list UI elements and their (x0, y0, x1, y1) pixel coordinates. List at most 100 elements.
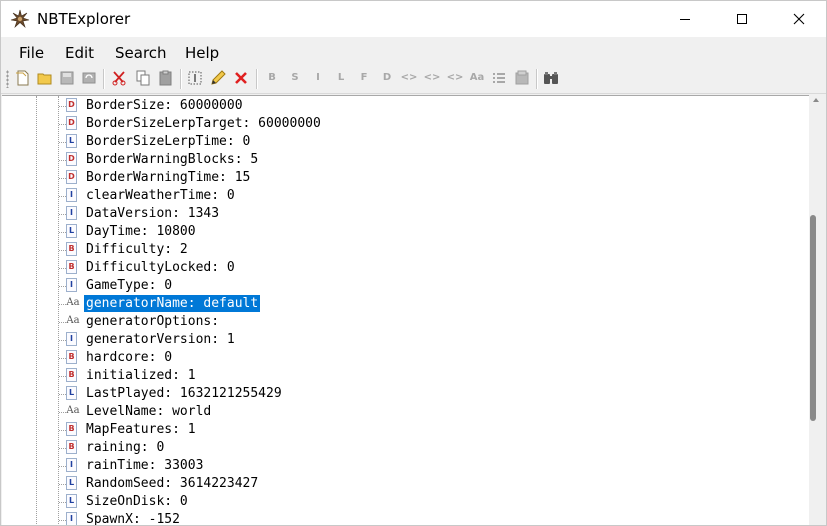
tree-node-label[interactable]: BorderWarningTime: 15 (84, 169, 252, 186)
add-long-tag-icon[interactable]: L (332, 69, 350, 87)
tree-node[interactable]: IgeneratorVersion: 1 (2, 331, 802, 349)
tree-node[interactable]: I SpawnX: -152 (2, 511, 802, 525)
scroll-thumb[interactable] (810, 215, 816, 421)
tree-node-label[interactable]: generatorVersion: 1 (84, 331, 237, 348)
add-short-tag-icon[interactable]: S (286, 69, 304, 87)
add-int-tag-icon[interactable]: I (309, 69, 327, 87)
title-bar[interactable]: NBTExplorer (1, 1, 826, 37)
tree-node[interactable]: B DifficultyLocked: 0 (2, 259, 802, 277)
tree-node[interactable]: Aa LevelName: world (2, 403, 802, 421)
tree-node[interactable]: Aa generatorName: default (2, 295, 802, 313)
add-long-array-icon[interactable]: <> (446, 69, 464, 87)
tree-connector (59, 502, 66, 503)
find-icon[interactable] (542, 69, 560, 87)
tree-node[interactable]: I DataVersion: 1343 (2, 205, 802, 223)
tree-connector (59, 214, 66, 215)
tree-node[interactable]: I GameType: 0 (2, 277, 802, 295)
tree-node-label[interactable]: initialized: 1 (84, 367, 198, 384)
byte-tag-icon: B (66, 440, 77, 454)
tree-node-label[interactable]: raining: 0 (84, 439, 166, 456)
long-tag-icon: L (66, 224, 77, 238)
add-double-tag-icon[interactable]: D (378, 69, 396, 87)
add-list-tag-icon[interactable] (490, 69, 508, 87)
tree-node[interactable]: L RandomSeed: 3614223427 (2, 475, 802, 493)
cut-icon[interactable] (110, 69, 128, 87)
tree-connector (59, 160, 66, 161)
tree-node[interactable]: B Difficulty: 2 (2, 241, 802, 259)
tree-node[interactable]: Aa generatorOptions: (2, 313, 802, 331)
tree-node[interactable]: B MapFeatures: 1 (2, 421, 802, 439)
tree-node-label[interactable]: clearWeatherTime: 0 (84, 187, 237, 204)
tree-node-label[interactable]: BorderSizeLerpTarget: 60000000 (84, 115, 323, 132)
save-icon[interactable] (58, 69, 76, 87)
tree-node-label[interactable]: DataVersion: 1343 (84, 205, 221, 222)
add-byte-array-icon[interactable]: <> (400, 69, 418, 87)
tree-node-label[interactable]: BorderSize: 60000000 (84, 97, 245, 114)
rename-icon[interactable] (186, 69, 204, 87)
tree-node[interactable]: D BorderWarningTime: 15 (2, 169, 802, 187)
tree-node-label[interactable]: GameType: 0 (84, 277, 174, 294)
tree-node-label[interactable]: LevelName: world (84, 403, 213, 420)
menu-file[interactable]: File (19, 44, 44, 62)
tree-node-label[interactable]: BorderWarningBlocks: 5 (84, 151, 260, 168)
add-string-tag-icon[interactable]: Aa (468, 69, 486, 87)
paste-icon[interactable] (157, 69, 175, 87)
new-icon[interactable] (14, 69, 32, 87)
long-tag-icon: L (66, 386, 77, 400)
scroll-up-arrow-icon[interactable] (813, 98, 819, 102)
int-tag-icon: I (66, 206, 77, 220)
tree-node[interactable]: D BorderSize: 60000000 (2, 97, 802, 115)
open-folder-icon[interactable] (36, 69, 54, 87)
toolbar-grip[interactable] (6, 70, 9, 88)
tree-connector (59, 448, 66, 449)
add-int-array-icon[interactable]: <> (423, 69, 441, 87)
edit-pencil-icon[interactable] (209, 69, 227, 87)
tree-node[interactable]: L DayTime: 10800 (2, 223, 802, 241)
tree-connector (59, 520, 66, 521)
tree-node[interactable]: L LastPlayed: 1632121255429 (2, 385, 802, 403)
vertical-scrollbar[interactable] (809, 95, 826, 525)
refresh-icon[interactable] (80, 69, 98, 87)
tree-node-label[interactable]: SizeOnDisk: 0 (84, 493, 190, 510)
tree-node[interactable]: Bhardcore: 0 (2, 349, 802, 367)
tree-node-label[interactable]: SpawnX: -152 (84, 511, 182, 525)
copy-icon[interactable] (134, 69, 152, 87)
tree-node-label[interactable]: BorderSizeLerpTime: 0 (84, 133, 252, 150)
maximize-button[interactable] (713, 1, 771, 37)
tree-node-label-selected[interactable]: generatorName: default (84, 295, 261, 312)
toolbar-separator (536, 69, 538, 89)
tree-node[interactable]: L SizeOnDisk: 0 (2, 493, 802, 511)
tree-node-label[interactable]: hardcore: 0 (84, 349, 174, 366)
tree-node[interactable]: Binitialized: 1 (2, 367, 802, 385)
tree-node[interactable]: D BorderWarningBlocks: 5 (2, 151, 802, 169)
add-compound-tag-icon[interactable] (513, 69, 531, 87)
tree-node-label[interactable]: RandomSeed: 3614223427 (84, 475, 260, 492)
tree-node-label[interactable]: rainTime: 33003 (84, 457, 205, 474)
menu-edit[interactable]: Edit (65, 44, 94, 62)
tree-node-label[interactable]: DifficultyLocked: 0 (84, 259, 237, 276)
long-tag-icon: L (66, 134, 77, 148)
tree-node[interactable]: L BorderSizeLerpTime: 0 (2, 133, 802, 151)
string-tag-icon: Aa (66, 297, 80, 308)
int-tag-icon: I (66, 278, 77, 292)
minimize-button[interactable] (656, 1, 714, 37)
tree-connector (59, 484, 66, 485)
tree-node-label[interactable]: LastPlayed: 1632121255429 (84, 385, 284, 402)
tree-node-label[interactable]: DayTime: 10800 (84, 223, 198, 240)
close-button[interactable] (770, 1, 826, 37)
menu-help[interactable]: Help (185, 44, 219, 62)
tree-node[interactable]: IrainTime: 33003 (2, 457, 802, 475)
nbt-tree-view[interactable]: D BorderSize: 60000000 D BorderSizeLerpTarg… (2, 95, 809, 525)
add-byte-tag-icon[interactable]: B (263, 69, 281, 87)
menu-search[interactable]: Search (115, 44, 167, 62)
tree-node-label[interactable]: generatorOptions: (84, 313, 221, 330)
tree-node[interactable]: IclearWeatherTime: 0 (2, 187, 802, 205)
tree-node-label[interactable]: Difficulty: 2 (84, 241, 190, 258)
tree-connector (59, 124, 66, 125)
delete-icon[interactable] (232, 69, 250, 87)
tree-node-label[interactable]: MapFeatures: 1 (84, 421, 198, 438)
tree-node[interactable]: Braining: 0 (2, 439, 802, 457)
add-float-tag-icon[interactable]: F (355, 69, 373, 87)
tree-node[interactable]: D BorderSizeLerpTarget: 60000000 (2, 115, 802, 133)
app-window: NBTExplorer File Edit Search Help B S I … (0, 0, 827, 526)
